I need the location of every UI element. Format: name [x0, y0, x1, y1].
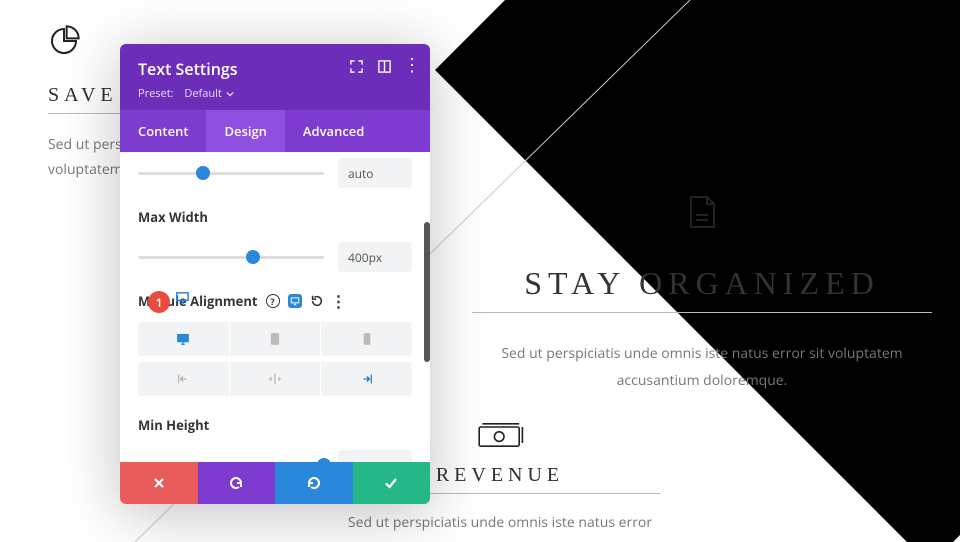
money-icon	[476, 420, 524, 450]
panel-tabs: Content Design Advanced	[120, 110, 430, 152]
document-icon	[688, 195, 716, 229]
panel-footer	[120, 462, 430, 504]
max-width-slider[interactable]	[138, 256, 324, 259]
min-height-label: Min Height	[138, 416, 412, 434]
device-tablet[interactable]	[229, 322, 321, 356]
align-right[interactable]	[320, 362, 412, 396]
expand-icon[interactable]	[348, 58, 364, 74]
tab-advanced[interactable]: Advanced	[285, 110, 382, 152]
undo-button[interactable]	[198, 462, 276, 504]
device-desktop[interactable]	[138, 322, 229, 356]
device-phone[interactable]	[320, 322, 412, 356]
width-input[interactable]	[338, 158, 412, 188]
more-options-icon[interactable]: ⋮	[332, 294, 346, 308]
preset-selector[interactable]: Preset: Default	[138, 86, 234, 101]
min-height-input[interactable]	[338, 450, 412, 462]
responsive-desktop-icon[interactable]	[288, 294, 302, 308]
text-settings-panel: Text Settings Preset: Default ⋮ Content …	[120, 44, 430, 504]
stay-heading: STAY ORGANIZED	[472, 265, 932, 313]
help-icon[interactable]: ?	[266, 294, 280, 308]
tab-design[interactable]: Design	[206, 110, 284, 152]
device-toggle	[138, 322, 412, 356]
max-width-input[interactable]	[338, 242, 412, 272]
revenue-text: Sed ut perspiciatis unde omnis iste natu…	[340, 510, 660, 542]
more-icon[interactable]: ⋮	[404, 58, 420, 74]
max-width-label: Max Width	[138, 208, 412, 226]
reset-icon[interactable]	[310, 294, 324, 308]
annotation-badge-1: 1	[148, 291, 170, 313]
annotation-desktop-icon	[175, 288, 190, 310]
alignment-toggle	[138, 362, 412, 396]
stay-text: Sed ut perspiciatis unde omnis iste natu…	[472, 341, 932, 394]
align-center[interactable]	[229, 362, 321, 396]
cancel-button[interactable]	[120, 462, 198, 504]
pie-chart-icon	[48, 25, 80, 57]
save-button[interactable]	[353, 462, 431, 504]
columns-icon[interactable]	[376, 58, 392, 74]
redo-button[interactable]	[275, 462, 353, 504]
tab-content[interactable]: Content	[120, 110, 206, 152]
align-left[interactable]	[138, 362, 229, 396]
width-slider[interactable]	[138, 172, 324, 175]
panel-header[interactable]: Text Settings Preset: Default ⋮	[120, 44, 430, 110]
